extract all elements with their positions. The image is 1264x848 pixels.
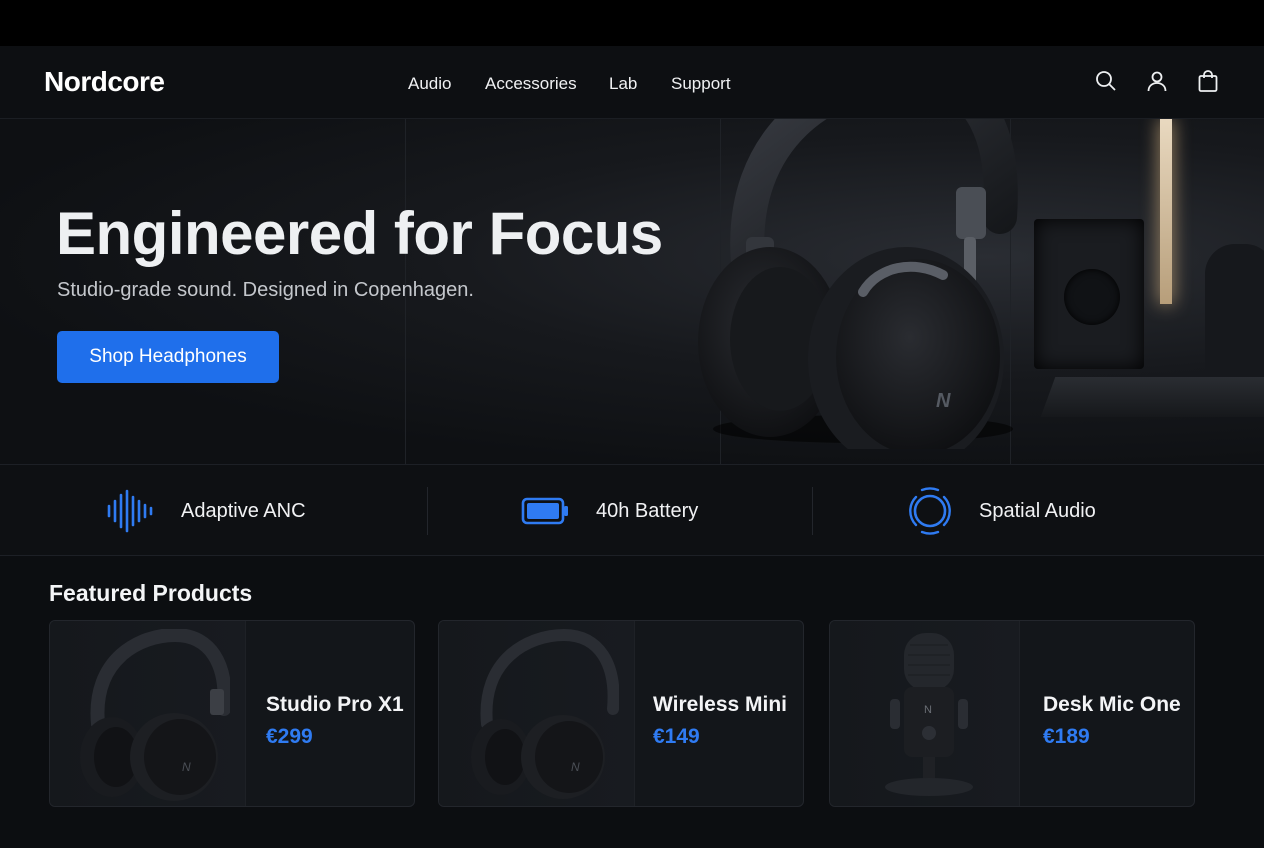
- nav-support[interactable]: Support: [671, 74, 731, 94]
- product-image: N: [830, 621, 1020, 806]
- shop-headphones-button[interactable]: Shop Headphones: [57, 331, 279, 383]
- nav-accessories[interactable]: Accessories: [485, 74, 577, 94]
- light-bar: [1160, 119, 1172, 304]
- hero-banner: Engineered for Focus Studio-grade sound.…: [0, 119, 1264, 465]
- headphones-photo: N: [698, 119, 1018, 449]
- product-name: Studio Pro X1: [266, 693, 404, 716]
- feature-divider: [427, 487, 428, 535]
- product-name: Desk Mic One: [1043, 693, 1181, 716]
- headphones-image: N: [471, 629, 619, 799]
- product-image: N: [439, 621, 635, 806]
- feature-divider: [812, 487, 813, 535]
- waveform-icon: [107, 489, 153, 533]
- svg-text:N: N: [571, 760, 580, 774]
- svg-text:N: N: [924, 704, 932, 716]
- site-header: Nordcore Audio Accessories Lab Support: [0, 46, 1264, 119]
- product-card-desk-mic-one[interactable]: N Desk Mic One €189: [829, 620, 1195, 807]
- product-image: N: [50, 621, 246, 806]
- feature-strip: Adaptive ANC 40h Battery Spatial Audio: [0, 465, 1264, 556]
- hero-subtitle: Studio-grade sound. Designed in Copenhag…: [57, 279, 474, 301]
- nav-lab[interactable]: Lab: [609, 74, 637, 94]
- main-nav: Audio Accessories Lab Support: [0, 74, 1264, 94]
- speaker-prop: [1034, 219, 1144, 369]
- cart-icon[interactable]: [1196, 69, 1220, 93]
- headphones-image: N: [80, 629, 230, 801]
- hero-title: Engineered for Focus: [56, 200, 663, 267]
- product-card-studio-pro-x1[interactable]: N Studio Pro X1 €299: [49, 620, 415, 807]
- feature-label: Adaptive ANC: [181, 500, 306, 522]
- feature-label: Spatial Audio: [979, 500, 1096, 522]
- speaker-prop: [1205, 244, 1264, 369]
- account-icon[interactable]: [1145, 69, 1169, 93]
- product-price: €149: [653, 725, 700, 748]
- desk-prop: [1040, 377, 1264, 417]
- nav-audio[interactable]: Audio: [408, 74, 451, 94]
- product-card-wireless-mini[interactable]: N Wireless Mini €149: [438, 620, 804, 807]
- product-price: €189: [1043, 725, 1090, 748]
- product-name: Wireless Mini: [653, 693, 788, 716]
- spatial-audio-icon: [909, 487, 951, 535]
- battery-icon: [521, 497, 568, 525]
- top-strip: [0, 0, 1264, 46]
- brand-mark-text: N: [936, 390, 951, 412]
- feature-label: 40h Battery: [596, 500, 699, 522]
- microphone-image: N: [885, 633, 973, 796]
- search-icon[interactable]: [1094, 69, 1118, 93]
- featured-products-title: Featured Products: [49, 580, 253, 606]
- product-price: €299: [266, 725, 313, 748]
- svg-text:N: N: [182, 760, 191, 774]
